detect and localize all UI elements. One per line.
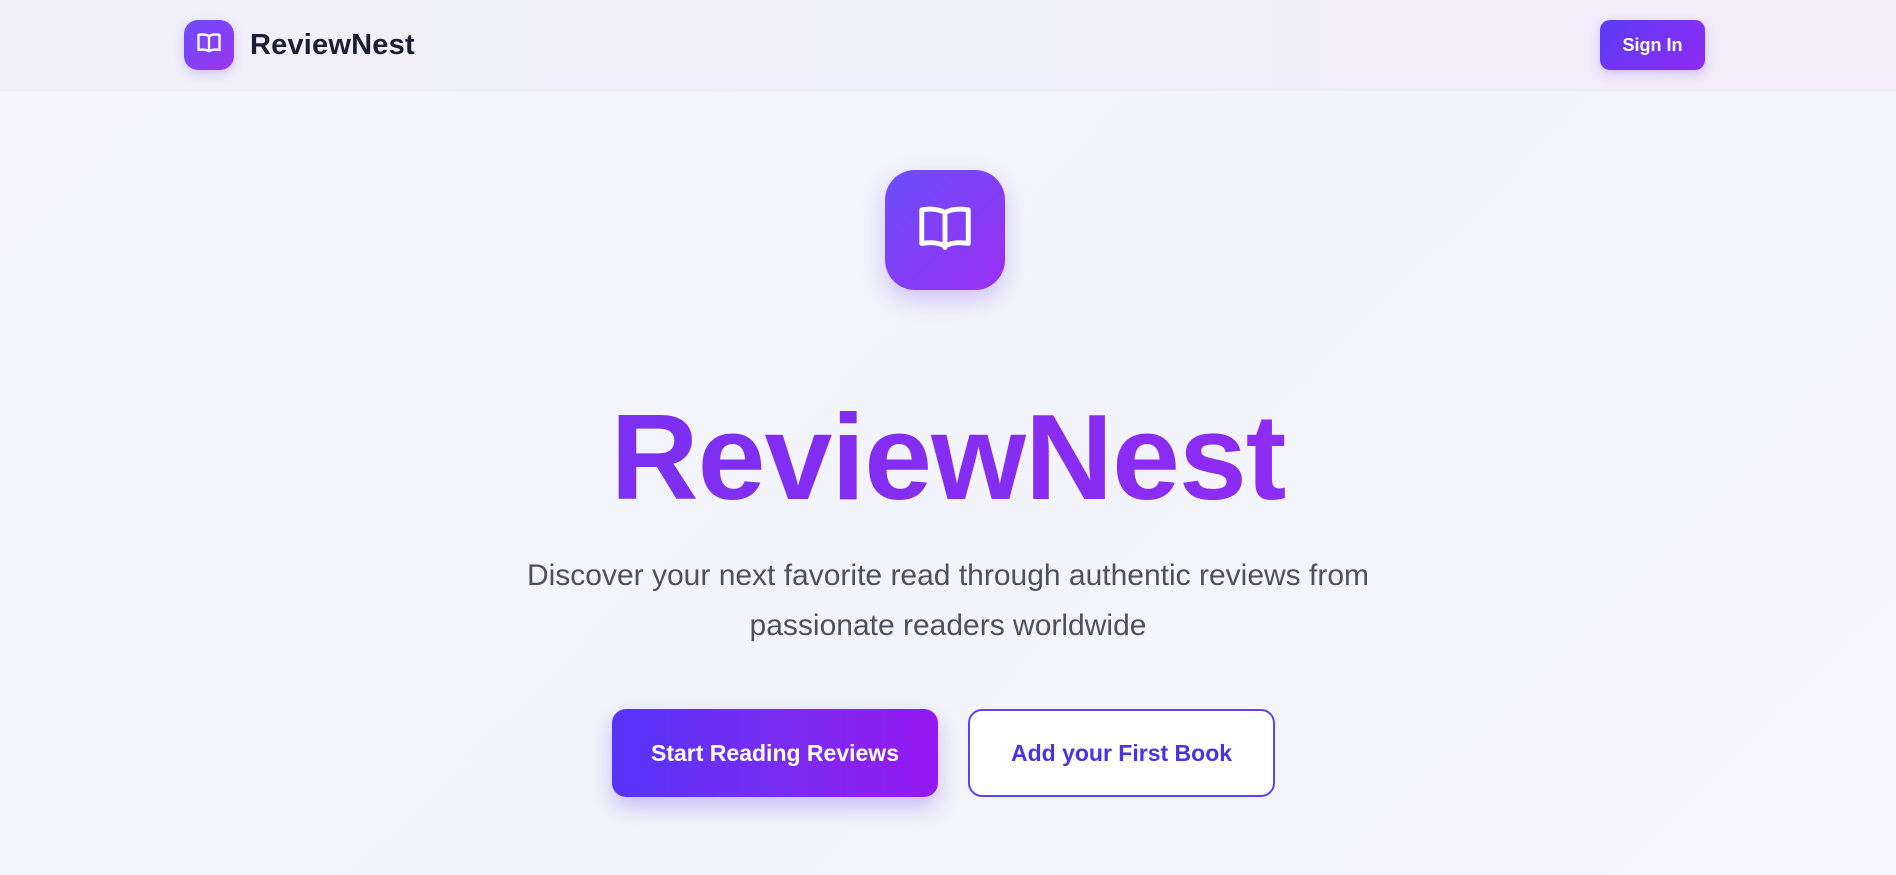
top-nav-bar: ReviewNest Sign In: [0, 0, 1896, 90]
brand-name: ReviewNest: [250, 28, 415, 61]
open-book-icon: [195, 29, 223, 62]
brand-logo: [184, 20, 234, 70]
start-reading-reviews-button[interactable]: Start Reading Reviews: [612, 709, 938, 797]
hero-title: ReviewNest: [0, 392, 1896, 522]
hero-logo: [885, 170, 1005, 290]
add-first-book-button[interactable]: Add your First Book: [968, 709, 1275, 797]
sign-in-button[interactable]: Sign In: [1600, 20, 1705, 70]
hero-subtitle: Discover your next favorite read through…: [526, 559, 1370, 642]
brand[interactable]: ReviewNest: [184, 20, 415, 70]
open-book-icon: [914, 197, 976, 264]
